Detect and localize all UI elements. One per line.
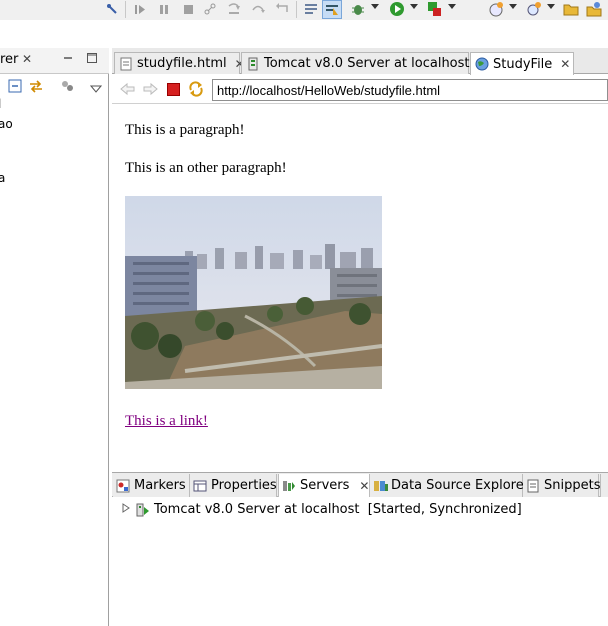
server-row[interactable]: Tomcat v8.0 Server at localhost [Started… [122, 502, 522, 517]
refresh-icon[interactable] [188, 81, 204, 100]
minimize-icon[interactable] [62, 52, 74, 67]
tab-overflow[interactable] [600, 474, 608, 497]
tab-tomcat-server[interactable]: Tomcat v8.0 Server at localhost [241, 52, 470, 74]
expand-arrow-icon[interactable] [122, 502, 130, 517]
skip-all-breakpoints-icon[interactable] [132, 1, 148, 17]
tab-studyfile-html[interactable]: studyfile.html ✕ [114, 52, 245, 74]
browser-content: This is a paragraph! This is an other pa… [112, 105, 608, 467]
html-file-icon [119, 57, 133, 71]
tree-item-2[interactable]: ao [0, 118, 28, 131]
tab-servers[interactable]: Servers ✕ [278, 474, 370, 497]
tab-label: Tomcat v8.0 Server at localhost [264, 56, 470, 71]
run-icon[interactable] [388, 1, 406, 17]
tab-markers[interactable]: Markers [113, 474, 190, 497]
external-tools-icon[interactable] [424, 1, 444, 17]
package-explorer-view [0, 48, 109, 626]
maximize-icon[interactable] [86, 52, 98, 67]
use-step-filters-icon[interactable] [322, 0, 342, 19]
stop-icon[interactable] [167, 83, 180, 99]
pin-icon[interactable] [104, 1, 120, 17]
terminate-icon[interactable] [180, 1, 196, 17]
tab-data-source-explorer[interactable]: Data Source Explorer [370, 474, 529, 497]
forward-icon[interactable] [142, 82, 158, 99]
tree-item-4[interactable]: a [0, 172, 18, 185]
tab-label: Properties [211, 478, 277, 493]
suspend-icon[interactable] [156, 1, 172, 17]
link-with-editor-icon[interactable] [28, 79, 44, 96]
tab-properties[interactable]: Properties [190, 474, 277, 497]
package-explorer-tabbar: rer ✕ [0, 48, 109, 74]
search-icon[interactable] [524, 1, 544, 17]
paragraph-1: This is a paragraph! [125, 122, 245, 138]
focus-icon[interactable] [60, 79, 74, 96]
close-icon[interactable]: ✕ [22, 52, 32, 66]
package-explorer-tab-label[interactable]: rer [0, 52, 18, 67]
snippets-icon [526, 479, 540, 493]
debug-icon[interactable] [348, 1, 368, 17]
tab-label: studyfile.html [137, 56, 227, 71]
server-config-icon [246, 57, 260, 71]
new-server-icon[interactable] [486, 1, 506, 17]
open-type-icon[interactable] [584, 1, 604, 17]
open-folder-icon[interactable] [562, 1, 580, 17]
tab-label: Servers [300, 478, 350, 493]
tab-label: StudyFile [493, 56, 553, 72]
servers-view: Tomcat v8.0 Server at localhost [Started… [112, 497, 608, 626]
step-over-icon[interactable] [250, 1, 266, 17]
tomcat-server-icon [136, 503, 150, 517]
markers-icon [116, 479, 130, 493]
package-explorer-toolbar [0, 76, 109, 96]
data-source-icon [373, 479, 388, 493]
server-entry-label: Tomcat v8.0 Server at localhost [Started… [154, 502, 522, 517]
main-toolbar [0, 0, 608, 20]
back-icon[interactable] [120, 82, 136, 99]
url-input[interactable] [212, 79, 608, 101]
tab-label: Markers [134, 478, 186, 493]
campus-photo [125, 196, 382, 389]
tab-label: Data Source Explorer [391, 478, 530, 493]
tab-studyfile-browser[interactable]: StudyFile ✕ [470, 52, 574, 75]
properties-icon [193, 479, 207, 493]
step-into-icon[interactable] [226, 1, 242, 17]
servers-icon [282, 479, 296, 493]
step-return-icon[interactable] [274, 1, 290, 17]
paragraph-2: This is an other paragraph! [125, 160, 287, 176]
collapse-all-icon[interactable] [8, 79, 22, 96]
globe-icon [475, 57, 489, 71]
close-icon[interactable]: ✕ [560, 57, 570, 71]
page-link[interactable]: This is a link! [125, 413, 208, 430]
view-menu-icon[interactable] [89, 82, 103, 96]
drop-to-frame-icon[interactable] [302, 1, 320, 17]
close-icon[interactable]: ✕ [359, 479, 369, 493]
disconnect-icon[interactable] [202, 1, 218, 17]
tab-label: Snippets [544, 478, 601, 493]
tab-snippets[interactable]: Snippets [523, 474, 601, 497]
tree-item-1[interactable]: l [0, 98, 18, 111]
